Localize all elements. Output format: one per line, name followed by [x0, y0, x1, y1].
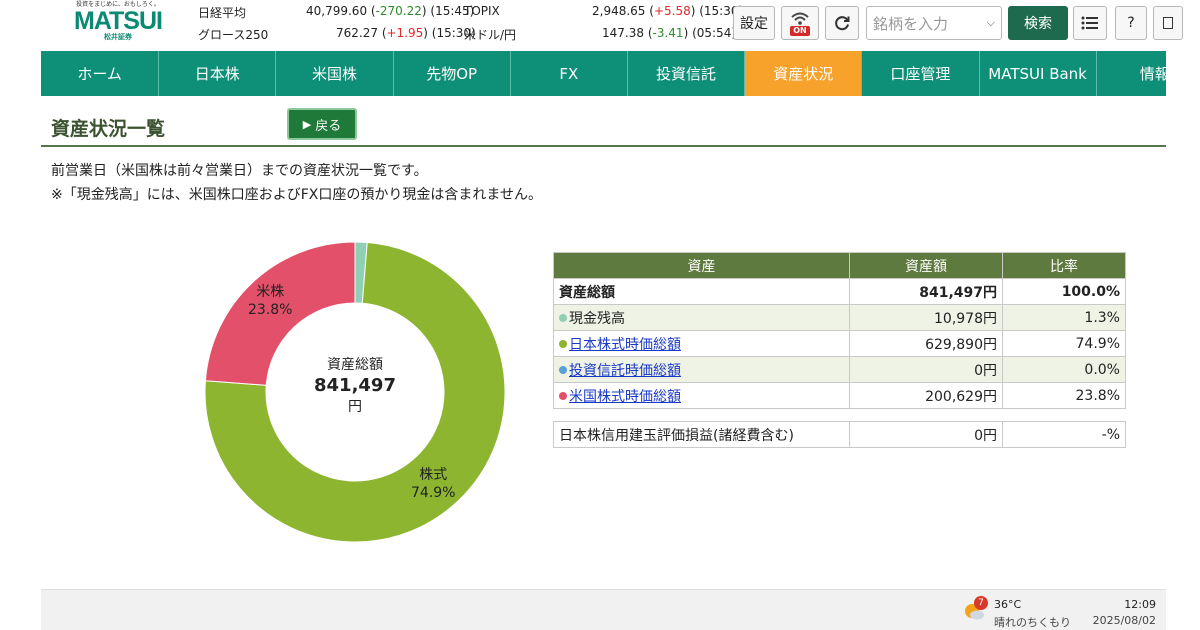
nav-item-futures-options[interactable]: 先物OP	[392, 51, 510, 96]
slice-label-us-name: 米株	[256, 284, 285, 300]
nav-item-info[interactable]: 情報	[1095, 51, 1166, 96]
table-row-total: 資産総額 841,497円 100.0%	[553, 278, 1126, 305]
stock-search-input[interactable]: 銘柄を入力 ⌵	[866, 6, 1002, 40]
legend-dot-icon	[559, 365, 567, 374]
column-header-ratio: 比率	[1002, 252, 1126, 279]
settings-button[interactable]: 設定	[733, 6, 775, 40]
slice-label-us-percent: 23.8%	[248, 302, 293, 318]
asset-donut-chart: 資産総額 841,497 円 米株 23.8% 株式 74.9%	[205, 242, 505, 542]
donut-center: 資産総額 841,497 円	[205, 355, 505, 417]
asset-link-mutual-funds[interactable]: 投資信託時価総額	[569, 363, 681, 379]
asset-amount: 0円	[849, 356, 1003, 383]
asset-link-us-stock[interactable]: 米国株式時価総額	[569, 389, 681, 405]
asset-link-japan-stock[interactable]: 日本株式時価総額	[569, 337, 681, 353]
margin-table: 日本株信用建玉評価損益(諸経費含む) 0円 -%	[553, 421, 1126, 448]
ticker-value-topix: 2,948.65 (+5.58) (15:30)	[592, 4, 744, 18]
description-line-1: 前営業日（米国株は前々営業日）までの資産状況一覧です。	[51, 163, 428, 179]
refresh-icon	[835, 16, 850, 31]
donut-center-unit: 円	[348, 399, 362, 415]
clock-date[interactable]: 2025/08/02	[1084, 614, 1156, 627]
main-nav: ホーム 日本株 米国株 先物OP FX 投資信託 資産状況 口座管理 MATSUI Bank 情報	[41, 51, 1166, 96]
table-row-cash: 現金残高 10,978円 1.3%	[553, 304, 1126, 331]
table-row-us-stock: 米国株式時価総額 200,629円 23.8%	[553, 382, 1126, 409]
weather-description[interactable]: 晴れのちくもり	[994, 614, 1071, 630]
description-line-2: ※「現金残高」には、米国株口座およびFX口座の預かり現金は含まれません。	[51, 187, 542, 203]
nav-item-mutual-funds[interactable]: 投資信託	[626, 51, 744, 96]
table-header-row: 資産 資産額 比率	[553, 252, 1126, 279]
legend-dot-icon	[559, 339, 567, 348]
nav-item-account[interactable]: 口座管理	[861, 51, 978, 96]
ticker-name-usdjpy: 米ドル/円	[464, 28, 517, 42]
nav-item-japan-stock[interactable]: 日本株	[158, 51, 275, 96]
legend-dot-icon	[559, 391, 567, 400]
header: 投資をまじめに、おもしろく。 MATSUI 松井証券 日経平均 40,799.6…	[0, 0, 1200, 50]
logo-name: MATSUI	[74, 7, 163, 35]
slice-label-us-stock: 米株 23.8%	[248, 283, 292, 319]
asset-label-cell: 日本株式時価総額	[553, 330, 850, 357]
asset-amount: 200,629円	[849, 382, 1003, 409]
help-button[interactable]: ?	[1115, 6, 1147, 40]
nav-item-us-stock[interactable]: 米国株	[275, 51, 392, 96]
column-header-asset: 資産	[553, 252, 850, 279]
on-badge: ON	[790, 25, 810, 36]
back-button-label: 戻る	[315, 118, 342, 134]
search-placeholder: 銘柄を入力	[873, 14, 949, 33]
margin-ratio: -%	[1002, 421, 1126, 448]
window-icon	[1163, 17, 1173, 29]
clock-time[interactable]: 12:09	[1100, 598, 1156, 611]
total-amount: 841,497円	[849, 278, 1003, 305]
weather-temperature[interactable]: 36°C	[994, 598, 1021, 611]
nav-item-home[interactable]: ホーム	[41, 51, 158, 96]
margin-amount: 0円	[849, 421, 1003, 448]
page-title: 資産状況一覧	[51, 118, 166, 140]
play-icon: ▶	[302, 117, 312, 131]
weather-alert-badge: 7	[974, 596, 988, 610]
legend-dot-icon	[559, 313, 567, 322]
title-divider	[41, 145, 1166, 147]
ticker-name-nikkei: 日経平均	[198, 6, 247, 20]
table-row-japan-stock: 日本株式時価総額 629,890円 74.9%	[553, 330, 1126, 357]
asset-amount: 10,978円	[849, 304, 1003, 331]
list-icon	[1081, 16, 1098, 30]
menu-button[interactable]	[1073, 6, 1107, 40]
refresh-button[interactable]	[825, 6, 859, 40]
notification-toggle-button[interactable]: ON	[781, 6, 819, 40]
search-button[interactable]: 検索	[1008, 6, 1068, 40]
nav-item-fx[interactable]: FX	[509, 51, 627, 96]
asset-ratio: 23.8%	[1002, 382, 1126, 409]
total-label: 資産総額	[553, 278, 850, 305]
ticker-value-nikkei: 40,799.60 (-270.22) (15:45)	[306, 4, 475, 18]
asset-label-cash: 現金残高	[569, 310, 625, 327]
column-header-amount: 資産額	[849, 252, 1003, 279]
asset-amount: 629,890円	[849, 330, 1003, 357]
slice-label-jp-stock: 株式 74.9%	[411, 466, 455, 502]
table-row-mutual-funds: 投資信託時価総額 0円 0.0%	[553, 356, 1126, 383]
back-button[interactable]: ▶ 戻る	[287, 108, 357, 140]
wifi-icon	[791, 12, 809, 25]
window-button[interactable]	[1153, 6, 1183, 40]
chevron-down-icon[interactable]: ⌵	[987, 16, 995, 30]
ticker-name-growth: グロース250	[198, 28, 269, 42]
asset-table: 資産 資産額 比率 資産総額 841,497円 100.0% 現金残高 10,97…	[553, 252, 1126, 409]
asset-label-cell: 投資信託時価総額	[553, 356, 850, 383]
asset-ratio: 1.3%	[1002, 304, 1126, 331]
asset-ratio: 0.0%	[1002, 356, 1126, 383]
donut-center-label: 資産総額	[327, 357, 383, 373]
ticker-name-topix: TOPIX	[464, 4, 500, 18]
nav-item-asset-status[interactable]: 資産状況	[744, 51, 862, 96]
asset-ratio: 74.9%	[1002, 330, 1126, 357]
donut-center-value: 841,497	[314, 375, 396, 396]
margin-label: 日本株信用建玉評価損益(諸経費含む)	[553, 421, 850, 448]
ticker-value-growth: 762.27 (+1.95) (15:30)	[336, 26, 476, 40]
asset-label-cell: 現金残高	[553, 304, 850, 331]
total-ratio: 100.0%	[1002, 278, 1126, 305]
slice-label-jp-percent: 74.9%	[411, 485, 456, 501]
table-row-margin: 日本株信用建玉評価損益(諸経費含む) 0円 -%	[553, 421, 1126, 448]
nav-item-matsui-bank[interactable]: MATSUI Bank	[978, 51, 1096, 96]
asset-label-cell: 米国株式時価総額	[553, 382, 850, 409]
matsui-logo[interactable]: 投資をまじめに、おもしろく。 MATSUI 松井証券	[68, 0, 168, 48]
slice-label-jp-name: 株式	[419, 467, 448, 483]
ticker-value-usdjpy: 147.38 (-3.41) (05:54)	[602, 26, 737, 40]
